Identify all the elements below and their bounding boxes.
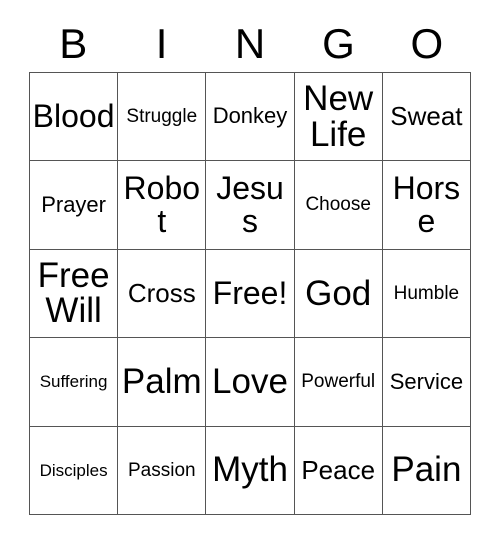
bingo-cell-label: Love bbox=[212, 362, 288, 402]
bingo-cell-label: Cross bbox=[127, 278, 196, 309]
bingo-cell-label: Jesus bbox=[216, 170, 284, 240]
bingo-cell-label: Horse bbox=[392, 170, 461, 240]
bingo-cell-label: Donkey bbox=[212, 103, 288, 129]
bingo-cell-label: Blood bbox=[32, 98, 115, 135]
bingo-cell-label: New Life bbox=[303, 79, 374, 154]
bingo-cell-label: Palm bbox=[121, 362, 202, 402]
bingo-cell[interactable]: Peace bbox=[294, 426, 383, 515]
bingo-cell[interactable]: Myth bbox=[206, 426, 295, 515]
bingo-cell[interactable]: God bbox=[294, 249, 383, 339]
bingo-header-letter-i: I bbox=[155, 20, 168, 67]
bingo-cell[interactable]: Donkey bbox=[206, 73, 295, 162]
bingo-cell[interactable]: Passion bbox=[118, 426, 207, 515]
bingo-cell[interactable]: Choose bbox=[294, 161, 383, 250]
bingo-cell-label: Choose bbox=[305, 194, 371, 216]
bingo-card: B I N G O Blood Struggle Donkey New Life… bbox=[0, 0, 500, 544]
bingo-header-letter-g: G bbox=[322, 20, 355, 67]
bingo-cell[interactable]: Humble bbox=[382, 249, 471, 339]
bingo-cell[interactable]: Prayer bbox=[30, 161, 119, 250]
bingo-cell-label: Service bbox=[389, 368, 464, 394]
bingo-header-letter-n: N bbox=[234, 20, 266, 67]
bingo-cell[interactable]: Jesus bbox=[206, 161, 295, 250]
bingo-cell-label: Robot bbox=[123, 170, 201, 240]
bingo-grid: Blood Struggle Donkey New Life Sweat Pra… bbox=[29, 72, 471, 515]
bingo-cell[interactable]: Disciples bbox=[30, 426, 119, 515]
bingo-cell[interactable]: Love bbox=[206, 338, 295, 427]
bingo-cell-label: Struggle bbox=[126, 106, 198, 127]
bingo-cell-label: Peace bbox=[301, 455, 376, 486]
bingo-cell-label: Passion bbox=[127, 459, 196, 481]
bingo-cell-label: Myth bbox=[212, 450, 288, 490]
bingo-cell[interactable]: Suffering bbox=[30, 338, 119, 427]
bingo-cell[interactable]: Struggle bbox=[118, 73, 207, 162]
bingo-cell-label: Powerful bbox=[301, 371, 376, 393]
bingo-header-row: B I N G O bbox=[29, 16, 471, 72]
bingo-cell[interactable]: New Life bbox=[294, 73, 383, 162]
bingo-cell[interactable]: Blood bbox=[30, 73, 119, 162]
bingo-cell-free-space[interactable]: Free! bbox=[206, 249, 295, 339]
bingo-cell-label: Pain bbox=[391, 450, 462, 490]
bingo-cell-label: Prayer bbox=[41, 191, 106, 217]
bingo-header-letter-o: O bbox=[410, 20, 444, 67]
bingo-cell[interactable]: Palm bbox=[118, 338, 207, 427]
bingo-cell[interactable]: Pain bbox=[382, 426, 471, 515]
bingo-cell-label: Free Will bbox=[37, 255, 110, 331]
bingo-cell[interactable]: Powerful bbox=[294, 338, 383, 427]
bingo-cell-label: Disciples bbox=[39, 460, 108, 480]
bingo-cell[interactable]: Robot bbox=[118, 161, 207, 250]
bingo-cell[interactable]: Free Will bbox=[30, 249, 119, 339]
bingo-header-letter-b: B bbox=[59, 20, 88, 67]
bingo-cell[interactable]: Service bbox=[382, 338, 471, 427]
bingo-cell-label: Free! bbox=[212, 275, 288, 312]
bingo-cell-label: Sweat bbox=[390, 101, 463, 132]
bingo-cell[interactable]: Horse bbox=[382, 161, 471, 250]
bingo-cell-label: Humble bbox=[393, 282, 460, 304]
bingo-cell-label: Suffering bbox=[39, 372, 108, 392]
bingo-cell[interactable]: Cross bbox=[118, 249, 207, 339]
bingo-cell-label: God bbox=[305, 273, 372, 313]
bingo-cell[interactable]: Sweat bbox=[382, 73, 471, 162]
